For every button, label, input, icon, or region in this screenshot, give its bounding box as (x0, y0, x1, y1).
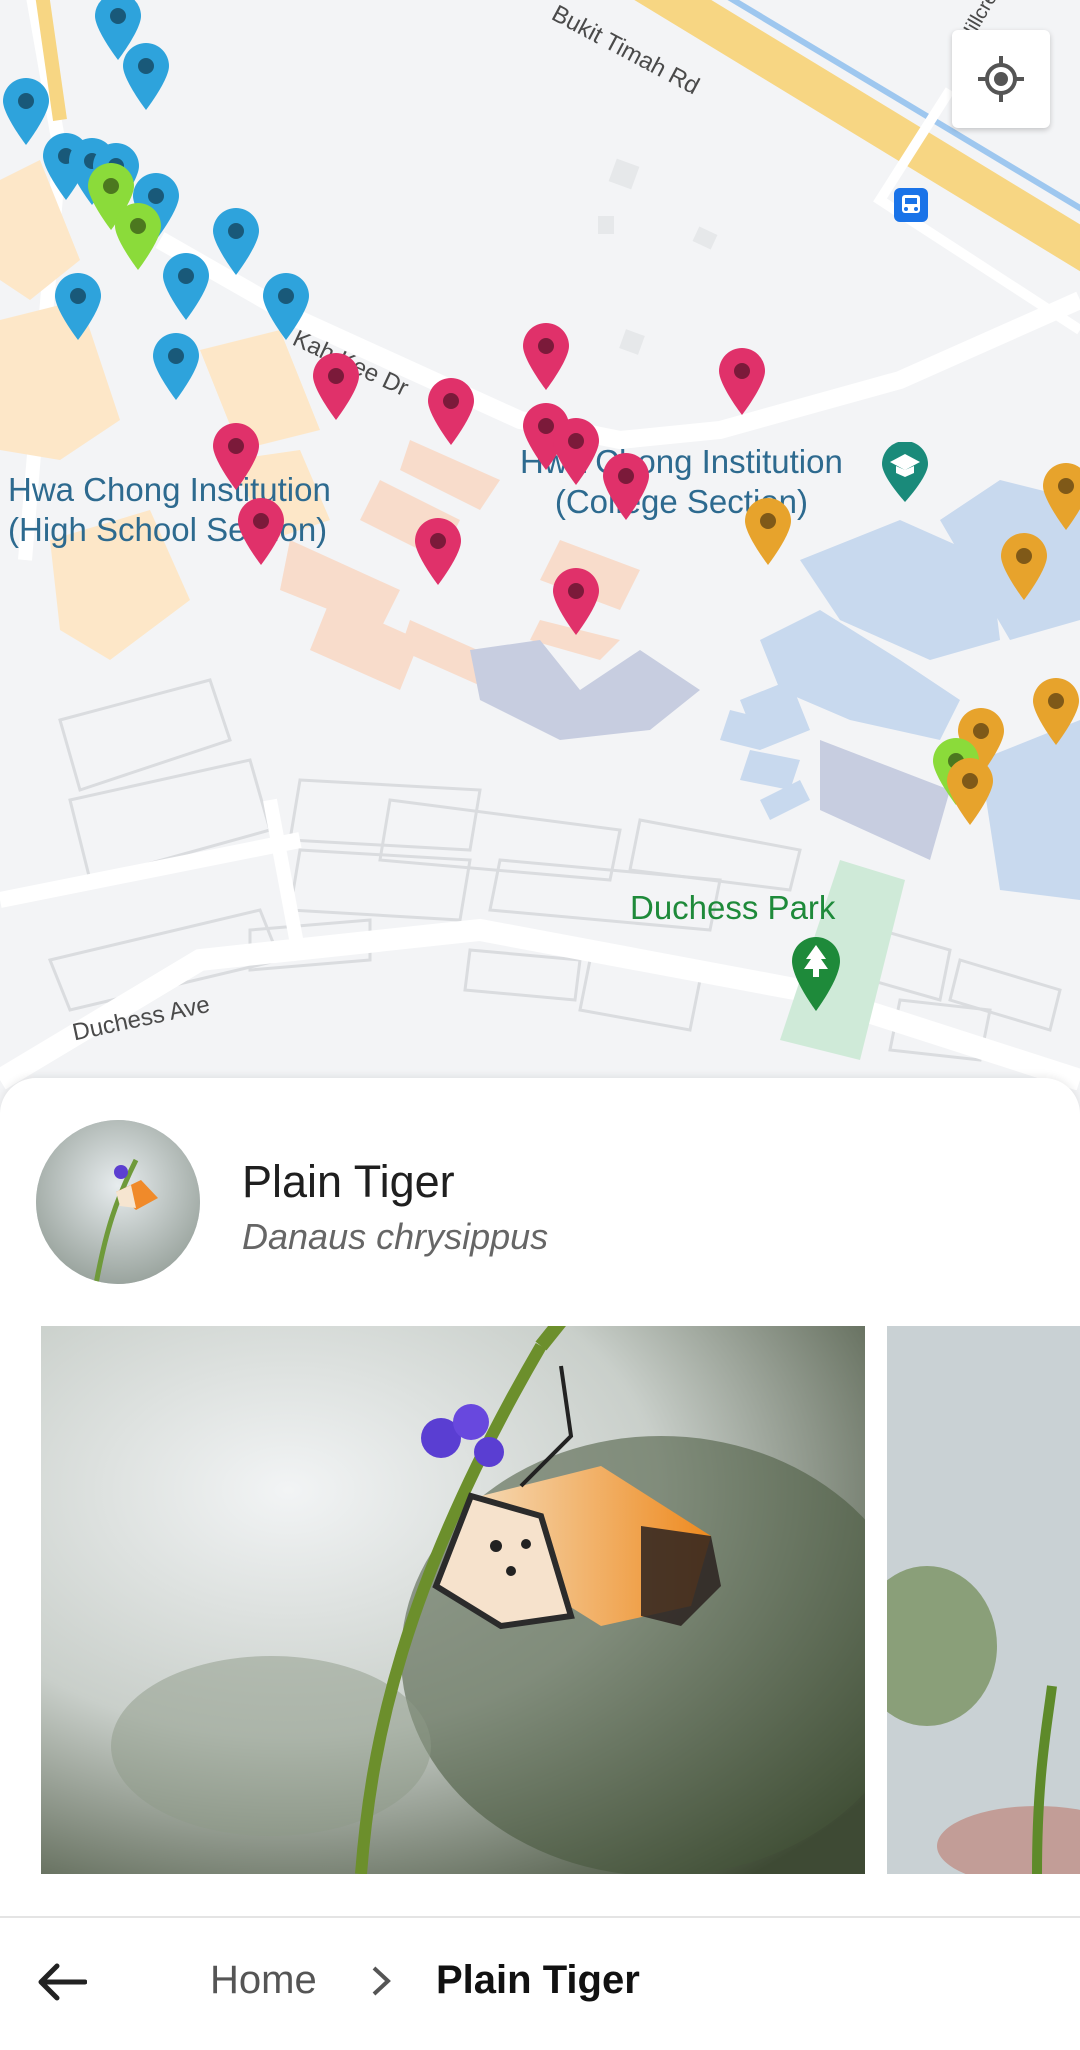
map-pin-icon[interactable] (210, 420, 262, 492)
my-location-icon (978, 56, 1024, 102)
map-pin-icon[interactable] (1030, 675, 1080, 747)
back-button[interactable] (30, 1950, 94, 2014)
species-photo[interactable] (887, 1326, 1080, 1874)
map-pin-icon[interactable] (260, 270, 312, 342)
chevron-right-icon (372, 1966, 391, 1996)
map-pin-icon[interactable] (150, 330, 202, 402)
map-pin-icon[interactable] (160, 250, 212, 322)
species-common-name: Plain Tiger (242, 1156, 455, 1207)
species-avatar[interactable] (36, 1120, 200, 1284)
map-pin-icon[interactable] (944, 755, 996, 827)
map-pin-icon[interactable] (520, 320, 572, 392)
map-pin-icon[interactable] (425, 375, 477, 447)
breadcrumb-home[interactable]: Home (210, 1958, 317, 2003)
breadcrumb-bar: Home Plain Tiger (0, 1916, 1080, 2050)
species-scientific-name: Danaus chrysippus (242, 1216, 549, 1257)
map-pin-icon[interactable] (742, 495, 794, 567)
map-pin-icon[interactable] (550, 565, 602, 637)
bus-stop-icon[interactable] (894, 188, 928, 222)
school-icon[interactable] (880, 442, 930, 504)
map-pin-icon[interactable] (235, 495, 287, 567)
map-pin-icon[interactable] (52, 270, 104, 342)
arrow-left-icon (38, 1963, 87, 2001)
map-pin-icon[interactable] (412, 515, 464, 587)
place-label-park: Duchess Park (630, 889, 836, 926)
park-icon[interactable] (790, 935, 842, 1013)
species-photo[interactable] (41, 1326, 865, 1874)
map-pin-icon[interactable] (210, 205, 262, 277)
map-pin-icon[interactable] (120, 40, 172, 112)
my-location-button[interactable] (952, 30, 1050, 128)
map-view[interactable]: Bukit Timah Rd Hillcrest Kah Kee Dr Duch… (0, 0, 1080, 1090)
map-pin-icon[interactable] (1040, 460, 1080, 532)
species-sheet: Plain Tiger Danaus chrysippus (0, 1078, 1080, 1918)
map-pin-icon[interactable] (600, 450, 652, 522)
map-pin-icon[interactable] (716, 345, 768, 417)
map-pin-icon[interactable] (550, 415, 602, 487)
map-pin-icon[interactable] (112, 200, 164, 272)
map-pin-icon[interactable] (310, 350, 362, 422)
map-pin-icon[interactable] (998, 530, 1050, 602)
breadcrumb-current: Plain Tiger (436, 1958, 640, 2002)
